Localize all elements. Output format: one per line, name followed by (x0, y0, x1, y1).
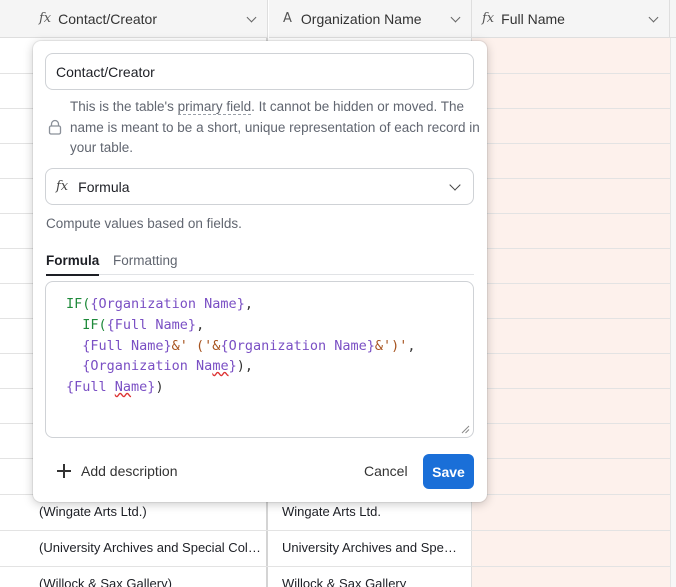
formula-field-ref: {Organization Name} (90, 296, 245, 312)
field-type-select[interactable]: fx Formula (45, 168, 474, 205)
primary-field-link[interactable]: primary field (177, 99, 252, 115)
column-header-organization-name[interactable]: A Organization Name (269, 0, 472, 38)
formula-icon: fx (56, 179, 69, 194)
formula-field-ref: {Organization Name} (220, 337, 375, 354)
formula-icon: fx (39, 11, 52, 26)
formula-field-ref-spellcheck: Na (114, 379, 132, 396)
editor-tabs: Formula Formatting (46, 251, 474, 276)
field-name-input[interactable] (45, 53, 474, 90)
note-text: This is the table's (70, 99, 178, 114)
formula-field-ref-spellcheck: me (212, 358, 229, 375)
chevron-down-icon[interactable] (246, 12, 257, 23)
formula-field-ref: {Full (66, 379, 115, 396)
field-type-label: Formula (78, 178, 130, 195)
field-editor-popup: This is the table's primary field. It ca… (33, 41, 487, 502)
formula-function: IF( (66, 296, 91, 312)
formula-field-ref: me} (131, 379, 156, 396)
column-next (670, 38, 676, 587)
cell-contact-creator[interactable]: (Willock & Sax Gallery) (39, 567, 263, 587)
chevron-down-icon (449, 179, 461, 191)
cell-organization-name[interactable]: Willock & Sax Gallery (282, 567, 467, 587)
save-button[interactable]: Save (423, 454, 474, 489)
chevron-down-icon[interactable] (450, 12, 461, 23)
column-header-label: Full Name (501, 10, 565, 27)
column-header-label: Contact/Creator (58, 10, 157, 27)
column-full-name (472, 38, 670, 587)
formula-icon: fx (482, 11, 495, 26)
tab-formula[interactable]: Formula (46, 253, 100, 276)
column-header-full-name[interactable]: fx Full Name (472, 0, 670, 38)
add-description-label: Add description (81, 463, 178, 479)
column-header-next (670, 0, 676, 38)
formula-field-ref: {Full Name} (106, 316, 197, 333)
formula-punctuation: ), (236, 358, 253, 375)
formula-function: IF( (82, 316, 107, 333)
tab-formatting[interactable]: Formatting (113, 253, 178, 268)
column-header-label: Organization Name (300, 10, 422, 27)
cell-contact-creator[interactable]: (University Archives and Special Collect… (39, 531, 263, 565)
formula-field-ref: {Full Name} (82, 337, 172, 354)
column-header-contact-creator[interactable]: fx Contact/Creator (0, 0, 268, 38)
formula-punctuation: ) (155, 379, 164, 396)
resize-handle-icon[interactable] (461, 425, 470, 434)
formula-string: &' ('& (171, 337, 221, 354)
chevron-down-icon[interactable] (648, 12, 659, 23)
plus-icon (57, 464, 71, 478)
formula-editor[interactable]: IF({Organization Name}, IF({Full Name}, … (45, 281, 474, 438)
cancel-button[interactable]: Cancel (355, 456, 417, 486)
formula-field-ref: {Organization Na (82, 358, 213, 375)
formula-punctuation: , (196, 316, 205, 333)
formula-field-ref: } (228, 358, 237, 375)
add-description-button[interactable]: Add description (57, 460, 178, 482)
formula-punctuation: , (244, 296, 253, 312)
formula-code[interactable]: IF({Organization Name}, IF({Full Name}, … (66, 294, 416, 398)
text-field-icon: A (283, 11, 292, 26)
formula-punctuation: , (407, 337, 416, 354)
field-type-description: Compute values based on fields. (46, 216, 242, 231)
lock-icon (48, 119, 62, 135)
formula-string: &')' (374, 337, 408, 354)
cell-organization-name[interactable]: University Archives and Special Collecti… (282, 531, 463, 565)
primary-field-note: This is the table's primary field. It ca… (70, 97, 480, 159)
